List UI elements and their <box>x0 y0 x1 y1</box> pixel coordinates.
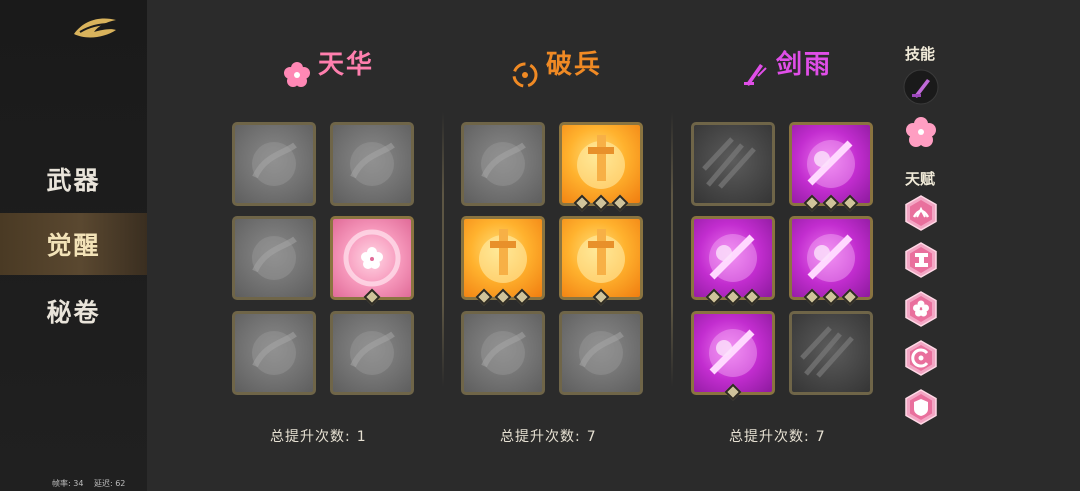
awaken-node-unlocked[interactable] <box>461 216 545 300</box>
awaken-node-locked[interactable] <box>789 311 873 395</box>
upgrade-level-indicator <box>803 288 859 306</box>
upgrade-level-indicator <box>592 288 610 306</box>
diamond-icon <box>592 194 610 212</box>
awaken-node-locked[interactable] <box>330 122 414 206</box>
node-art-icon <box>479 229 527 283</box>
awaken-node-locked[interactable] <box>691 122 775 206</box>
swirl-talent-icon[interactable] <box>903 340 939 376</box>
awaken-node-locked[interactable] <box>330 311 414 395</box>
awaken-node-unlocked[interactable] <box>330 216 414 300</box>
sword-skill-icon[interactable] <box>903 69 939 105</box>
upgrade-level-indicator <box>705 288 761 306</box>
node-art-icon <box>343 229 401 287</box>
sword-rain-icon <box>740 58 770 88</box>
node-art-icon <box>709 329 757 377</box>
node-art-icon <box>800 326 854 378</box>
latency-readout: 延迟: 62 <box>93 479 126 488</box>
column-title: 天华 <box>318 50 375 80</box>
column-header-jianyu: 剑雨 <box>740 40 850 90</box>
diamond-icon <box>494 288 512 306</box>
column-title: 剑雨 <box>776 50 833 80</box>
column-divider <box>442 112 444 387</box>
nav-awaken[interactable]: 觉醒 <box>0 213 147 275</box>
diamond-icon <box>513 288 531 306</box>
awaken-node-locked[interactable] <box>232 122 316 206</box>
diamond-icon <box>611 194 629 212</box>
node-art-icon <box>481 331 526 375</box>
node-art-icon <box>709 234 757 282</box>
diamond-icon <box>841 288 859 306</box>
talents-label: 天赋 <box>905 170 936 188</box>
column-title: 破兵 <box>546 50 603 80</box>
fan-talent-icon[interactable] <box>903 195 939 231</box>
node-art-icon <box>577 229 625 283</box>
total-upgrades-tianhua: 总提升次数: 1 <box>270 426 367 446</box>
awaken-node-locked[interactable] <box>559 311 643 395</box>
node-art-icon <box>252 236 297 280</box>
awaken-node-unlocked[interactable] <box>789 122 873 206</box>
diamond-icon <box>822 288 840 306</box>
node-art-icon <box>350 331 395 375</box>
awaken-node-unlocked[interactable] <box>559 216 643 300</box>
diamond-icon <box>743 288 761 306</box>
broken-ring-icon <box>510 60 540 90</box>
skills-label: 技能 <box>905 45 936 63</box>
diamond-icon <box>803 194 821 212</box>
blossom-icon <box>282 60 312 90</box>
shield-talent-icon[interactable] <box>903 389 939 425</box>
column-divider <box>671 112 673 387</box>
diamond-icon <box>803 288 821 306</box>
node-art-icon <box>807 140 855 188</box>
awaken-node-locked[interactable] <box>461 311 545 395</box>
awaken-node-unlocked[interactable] <box>691 216 775 300</box>
fps-readout: 帧率: 34 <box>52 479 84 488</box>
node-art-icon <box>577 135 625 189</box>
diamond-icon <box>724 288 742 306</box>
awaken-node-locked[interactable] <box>461 122 545 206</box>
diamond-icon <box>573 194 591 212</box>
awaken-node-unlocked[interactable] <box>691 311 775 395</box>
upgrade-level-indicator <box>573 194 629 212</box>
game-logo-icon <box>70 10 120 42</box>
nav-weapons[interactable]: 武器 <box>0 148 147 210</box>
node-art-icon <box>579 331 624 375</box>
total-value: 7 <box>815 429 826 445</box>
awaken-node-locked[interactable] <box>232 216 316 300</box>
diamond-icon <box>822 194 840 212</box>
total-label: 总提升次数: <box>729 429 810 445</box>
upgrade-level-indicator <box>724 383 742 401</box>
total-value: 1 <box>356 429 367 445</box>
blossom-skill-icon[interactable] <box>903 114 939 150</box>
diamond-icon <box>363 288 381 306</box>
node-art-icon <box>481 142 526 186</box>
upgrade-level-indicator <box>475 288 531 306</box>
diamond-icon <box>841 194 859 212</box>
node-art-icon <box>252 331 297 375</box>
diamond-icon <box>724 383 742 401</box>
upgrade-level-indicator <box>803 194 859 212</box>
node-art-icon <box>807 234 855 282</box>
awaken-node-locked[interactable] <box>232 311 316 395</box>
awaken-node-unlocked[interactable] <box>789 216 873 300</box>
column-header-pobing: 破兵 <box>510 40 620 90</box>
total-upgrades-pobing: 总提升次数: 7 <box>500 426 597 446</box>
node-art-icon <box>252 142 297 186</box>
upgrade-level-indicator <box>363 288 381 306</box>
nav-secret-scroll[interactable]: 秘卷 <box>0 280 147 342</box>
total-label: 总提升次数: <box>500 429 581 445</box>
column-header-tianhua: 天华 <box>282 40 392 90</box>
perf-stats: 帧率: 34 延迟: 62 <box>52 478 133 489</box>
total-upgrades-jianyu: 总提升次数: 7 <box>729 426 826 446</box>
diamond-icon <box>475 288 493 306</box>
total-label: 总提升次数: <box>270 429 351 445</box>
diamond-icon <box>592 288 610 306</box>
flower-talent-icon[interactable] <box>903 291 939 327</box>
total-value: 7 <box>586 429 597 445</box>
sidebar: 武器 觉醒 秘卷 帧率: 34 延迟: 62 <box>0 0 147 491</box>
hammer-talent-icon[interactable] <box>903 242 939 278</box>
awaken-node-unlocked[interactable] <box>559 122 643 206</box>
node-art-icon <box>702 137 756 189</box>
diamond-icon <box>705 288 723 306</box>
node-art-icon <box>350 142 395 186</box>
